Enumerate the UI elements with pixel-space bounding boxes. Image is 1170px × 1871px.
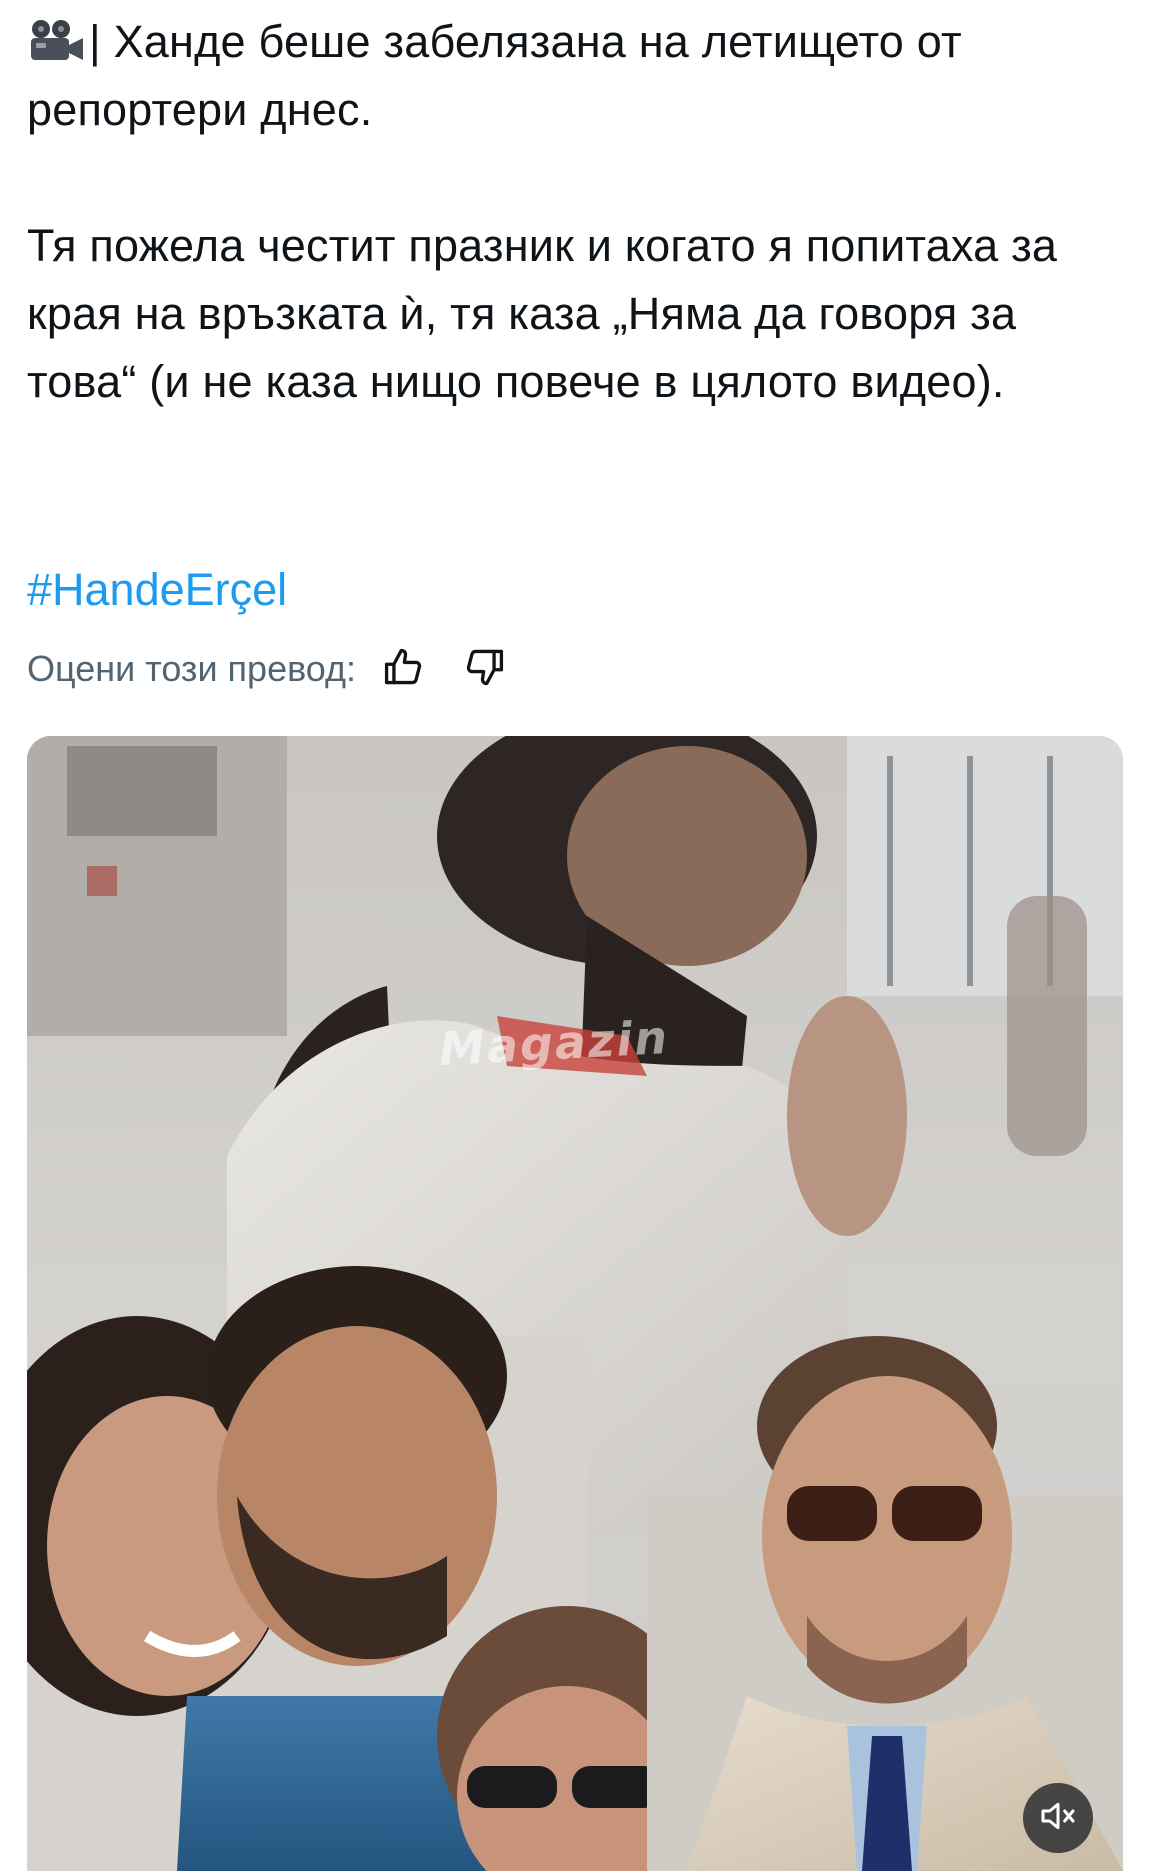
mute-button[interactable] [1023, 1783, 1093, 1853]
tweet-text-line1: | Ханде беше забелязана на летището от р… [27, 14, 962, 135]
thumbs-up-button[interactable] [378, 643, 430, 695]
translation-rating-label: Оцени този превод: [27, 648, 357, 689]
speaker-muted-icon [1038, 1796, 1078, 1841]
video-player[interactable]: Magazin [27, 736, 1123, 1871]
video-thumbnail [27, 736, 1123, 1871]
movie-camera-icon [27, 14, 85, 60]
hashtag-link[interactable]: #HandeErçel [27, 556, 287, 624]
thumbs-down-button[interactable] [458, 643, 510, 695]
thumbs-down-icon [462, 645, 506, 694]
tweet-text-paragraph: Тя пожела честит празник и когато я попи… [27, 220, 1058, 407]
thumbs-up-icon [382, 645, 426, 694]
translation-rating: Оцени този превод: [27, 640, 538, 698]
